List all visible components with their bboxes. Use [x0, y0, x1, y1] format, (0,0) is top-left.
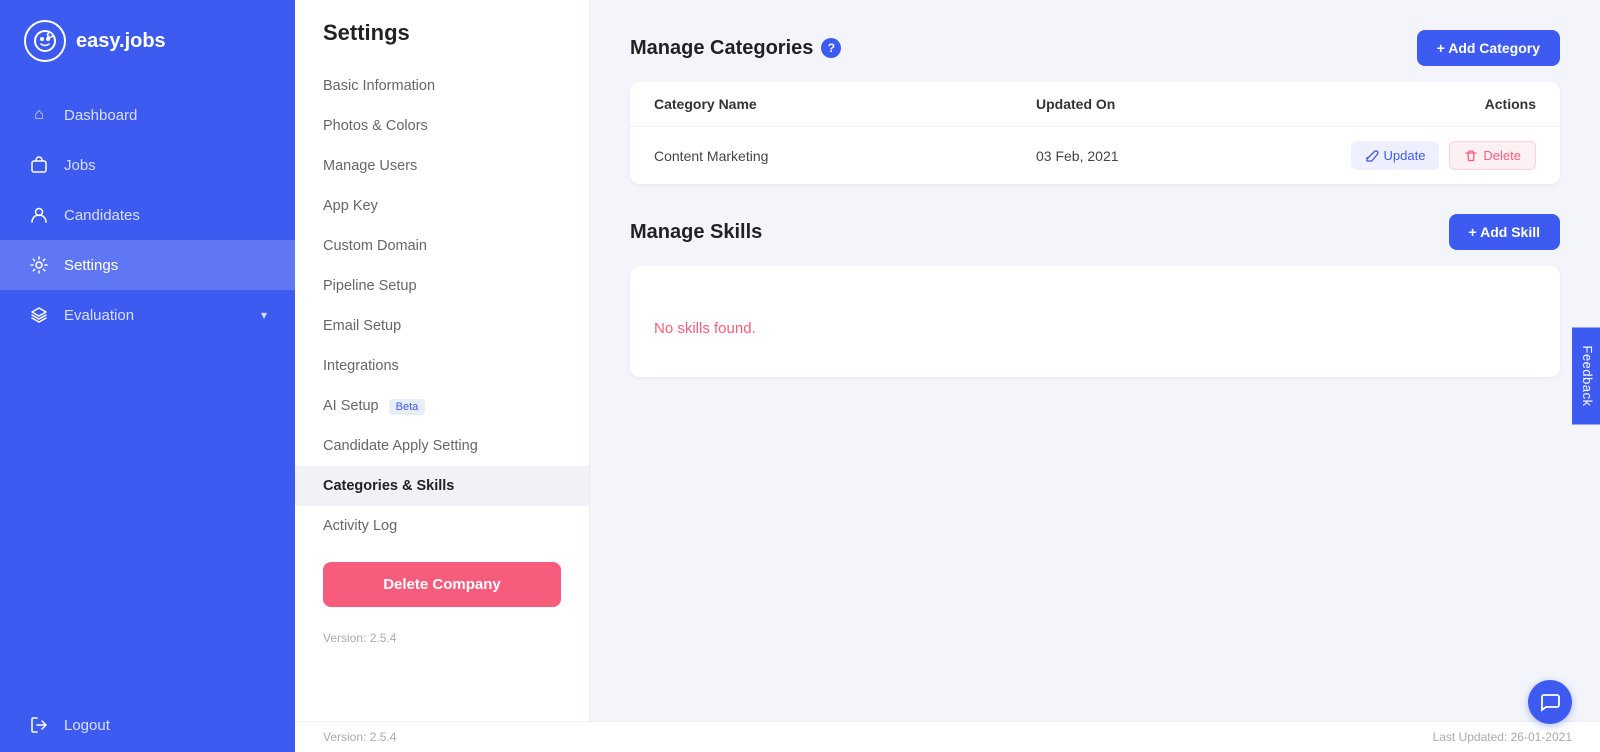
categories-title: Manage Categories	[630, 37, 813, 60]
skills-section-header: Manage Skills + Add Skill	[630, 214, 1560, 250]
chat-bubble[interactable]	[1528, 680, 1572, 724]
actions-cell: Update Delete	[1336, 141, 1536, 170]
footer-version: Version: 2.5.4	[323, 730, 396, 744]
settings-panel: Manage Categories ? + Add Category Categ…	[590, 0, 1600, 721]
version-text: Version: 2.5.4	[295, 623, 589, 653]
chevron-down-icon: ▾	[261, 308, 267, 322]
settings-menu-categories-skills[interactable]: Categories & Skills	[295, 466, 589, 506]
no-skills-message: No skills found.	[654, 290, 1536, 347]
settings-menu-manage-users[interactable]: Manage Users	[295, 146, 589, 186]
logout-icon	[28, 714, 50, 736]
settings-menu-photos-colors[interactable]: Photos & Colors	[295, 106, 589, 146]
table-row: Content Marketing 03 Feb, 2021 Update De…	[630, 127, 1560, 184]
main-nav: ⌂ Dashboard Jobs Candidates Settings E	[0, 82, 295, 698]
feedback-tab[interactable]: Feedback	[1572, 327, 1600, 424]
edit-icon	[1365, 149, 1379, 163]
settings-menu-candidate-apply[interactable]: Candidate Apply Setting	[295, 426, 589, 466]
logo-icon: i	[24, 20, 66, 62]
sidebar-item-label: Jobs	[64, 157, 96, 174]
logout-item[interactable]: Logout	[0, 698, 295, 752]
candidates-icon	[28, 204, 50, 226]
footer-last-updated: Last Updated: 26-01-2021	[1433, 730, 1572, 744]
trash-icon	[1464, 149, 1478, 163]
sidebar-item-evaluation[interactable]: Evaluation ▾	[0, 290, 295, 340]
categories-title-row: Manage Categories ?	[630, 37, 841, 60]
logo[interactable]: i easy.jobs	[0, 0, 295, 82]
sidebar-item-dashboard[interactable]: ⌂ Dashboard	[0, 90, 295, 140]
sidebar-item-label: Candidates	[64, 207, 140, 224]
sidebar-item-jobs[interactable]: Jobs	[0, 140, 295, 190]
col-actions: Actions	[1336, 96, 1536, 112]
sidebar: i easy.jobs ⌂ Dashboard Jobs Candidates …	[0, 0, 295, 752]
settings-layout: Settings Basic Information Photos & Colo…	[295, 0, 1600, 721]
settings-menu-pipeline-setup[interactable]: Pipeline Setup	[295, 266, 589, 306]
categories-section-header: Manage Categories ? + Add Category	[630, 30, 1560, 66]
settings-menu-email-setup[interactable]: Email Setup	[295, 306, 589, 346]
help-icon[interactable]: ?	[821, 38, 841, 58]
sidebar-item-label: Evaluation	[64, 307, 134, 324]
sidebar-item-label: Dashboard	[64, 107, 137, 124]
sidebar-item-candidates[interactable]: Candidates	[0, 190, 295, 240]
settings-icon	[28, 254, 50, 276]
settings-menu-ai-setup[interactable]: AI Setup Beta	[295, 386, 589, 426]
settings-menu-custom-domain[interactable]: Custom Domain	[295, 226, 589, 266]
add-category-button[interactable]: + Add Category	[1417, 30, 1560, 66]
home-icon: ⌂	[28, 104, 50, 126]
update-category-button[interactable]: Update	[1351, 141, 1440, 170]
category-name-cell: Content Marketing	[654, 148, 1036, 164]
table-header: Category Name Updated On Actions	[630, 82, 1560, 127]
settings-menu-basic-information[interactable]: Basic Information	[295, 66, 589, 106]
col-category-name: Category Name	[654, 96, 1036, 112]
skills-table: No skills found.	[630, 266, 1560, 377]
jobs-icon	[28, 154, 50, 176]
main-content: Settings Basic Information Photos & Colo…	[295, 0, 1600, 752]
settings-title: Settings	[295, 20, 589, 66]
col-updated-on: Updated On	[1036, 96, 1336, 112]
logout-label: Logout	[64, 717, 110, 734]
settings-menu-integrations[interactable]: Integrations	[295, 346, 589, 386]
footer-bar: Version: 2.5.4 Last Updated: 26-01-2021	[295, 721, 1600, 752]
updated-on-cell: 03 Feb, 2021	[1036, 148, 1336, 164]
evaluation-icon	[28, 304, 50, 326]
sidebar-item-label: Settings	[64, 257, 118, 274]
delete-company-button[interactable]: Delete Company	[323, 562, 561, 607]
settings-menu-activity-log[interactable]: Activity Log	[295, 506, 589, 546]
categories-table: Category Name Updated On Actions Content…	[630, 82, 1560, 184]
settings-sidebar: Settings Basic Information Photos & Colo…	[295, 0, 590, 721]
delete-category-button[interactable]: Delete	[1449, 141, 1536, 170]
beta-badge: Beta	[389, 399, 426, 415]
logo-text: easy.jobs	[76, 30, 166, 53]
settings-menu-app-key[interactable]: App Key	[295, 186, 589, 226]
svg-text:i: i	[49, 33, 50, 38]
skills-title: Manage Skills	[630, 221, 762, 244]
skills-title-row: Manage Skills	[630, 221, 762, 244]
sidebar-item-settings[interactable]: Settings	[0, 240, 295, 290]
add-skill-button[interactable]: + Add Skill	[1449, 214, 1560, 250]
